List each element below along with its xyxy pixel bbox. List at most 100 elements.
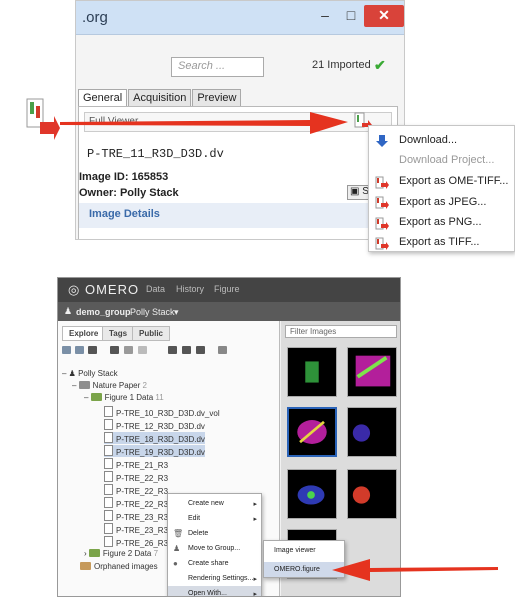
filter-images-input[interactable]: Filter Images <box>285 325 397 338</box>
list-item[interactable]: P-TRE_22_R3 <box>104 497 168 509</box>
folder-icon <box>78 381 90 389</box>
chevron-down-icon[interactable]: ▾ <box>174 307 179 318</box>
maximize-button[interactable]: □ <box>338 5 364 27</box>
thumbnail[interactable] <box>287 469 337 519</box>
image-label: P-TRE_21_R3 <box>116 461 169 470</box>
image-file-icon <box>104 510 113 521</box>
list-item[interactable]: P-TRE_23_R3 <box>104 523 168 535</box>
list-item[interactable]: P-TRE_22_R3 <box>104 484 168 496</box>
menu-item-open-with[interactable]: Open With... <box>188 590 227 596</box>
chevron-right-icon: ▸ <box>253 576 257 583</box>
image-label: P-TRE_12_R3D_D3D.dv <box>116 422 205 431</box>
menu-item-download[interactable]: Download... <box>399 134 457 146</box>
search-input[interactable]: Search ... <box>171 57 264 77</box>
list-item[interactable]: P-TRE_12_R3D_D3D.dv <box>104 419 205 431</box>
menu-item-export-png[interactable]: Export as PNG... <box>399 216 482 228</box>
list-item[interactable]: P-TRE_19_R3D_D3D.dv <box>104 445 205 457</box>
menu-item-create-share[interactable]: Create share <box>188 560 228 567</box>
user-icon: ♟ <box>173 544 181 553</box>
new-folder-icon[interactable] <box>88 346 97 354</box>
image-label: P-TRE_10_R3D_D3D.dv_vol <box>116 409 220 418</box>
image-file-icon <box>104 484 113 495</box>
tree-dataset-2[interactable]: › Figure 2 Data 7 <box>84 549 158 558</box>
group-bar: ♟ demo_group Polly Stack ▾ <box>58 302 400 321</box>
list-item[interactable]: P-TRE_26_R3 <box>104 536 168 548</box>
menu-item-rendering-settings[interactable]: Rendering Settings... <box>188 575 253 582</box>
tab-preview[interactable]: Preview <box>192 89 242 106</box>
chevron-right-icon: ▸ <box>253 516 257 523</box>
thumbnail[interactable] <box>347 347 397 397</box>
menu-item-delete[interactable]: Delete <box>188 530 208 537</box>
image-label: P-TRE_26_R3 <box>116 539 169 548</box>
export-icon <box>375 237 389 250</box>
image-file-icon <box>104 419 113 430</box>
tab-acquisition[interactable]: Acquisition <box>128 89 192 106</box>
image-file-icon <box>104 471 113 482</box>
tab-general[interactable]: General <box>78 89 128 106</box>
menu-item-omero-figure[interactable]: OMERO.figure <box>274 566 320 573</box>
omero-web-window: ◎ OMERO Data History Figure ♟ demo_group… <box>57 277 401 597</box>
menu-item-export-tiff[interactable]: Export as TIFF... <box>399 236 480 248</box>
refresh-icon[interactable] <box>218 346 227 354</box>
imported-count: 21 Imported <box>312 59 371 71</box>
delete-icon[interactable] <box>182 346 191 354</box>
image-name: P-TRE_11_R3D_D3D.dv <box>87 147 224 161</box>
list-item[interactable]: P-TRE_23_R3 <box>104 510 168 522</box>
menu-item-image-viewer[interactable]: Image viewer <box>274 547 316 554</box>
menu-item-create-new[interactable]: Create new <box>188 500 224 507</box>
chevron-right-icon: ▸ <box>253 591 257 597</box>
list-item[interactable]: P-TRE_22_R3 <box>104 471 168 483</box>
user-name[interactable]: Polly Stack <box>130 307 175 317</box>
image-label: P-TRE_22_R3 <box>116 500 169 509</box>
orphaned-label: Orphaned images <box>94 562 158 571</box>
nav-history[interactable]: History <box>176 284 204 294</box>
folder-icon <box>90 393 102 401</box>
menu-item-move-to-group[interactable]: Move to Group... <box>188 545 240 552</box>
list-item[interactable]: P-TRE_18_R3D_D3D.dv <box>104 432 205 444</box>
thumbnail[interactable] <box>347 469 397 519</box>
list-item[interactable]: P-TRE_21_R3 <box>104 458 168 470</box>
export-menu: Download... Download Project... Export a… <box>368 125 515 252</box>
folder-icon <box>80 562 91 570</box>
new-project-icon[interactable] <box>62 346 71 354</box>
nav-data[interactable]: Data <box>146 284 165 294</box>
tree-user[interactable]: – ♟ Polly Stack <box>62 369 118 378</box>
project-label: Nature Paper <box>92 381 141 390</box>
delete-all-icon[interactable] <box>196 346 205 354</box>
tab-public[interactable]: Public <box>132 326 171 341</box>
export-icon <box>375 176 389 189</box>
tab-explore[interactable]: Explore <box>62 326 106 341</box>
cut-icon[interactable] <box>124 346 133 354</box>
image-details-header[interactable]: Image Details <box>79 203 397 228</box>
minimize-button[interactable]: – <box>312 5 338 27</box>
dataset-label: Figure 1 Data <box>104 393 154 402</box>
tab-tags[interactable]: Tags <box>102 326 135 341</box>
thumbnail-selected[interactable] <box>287 407 337 457</box>
group-name[interactable]: demo_group <box>76 307 131 317</box>
tree-project[interactable]: – Nature Paper 2 <box>72 381 147 390</box>
thumbnail[interactable] <box>347 407 397 457</box>
menu-item-export-jpeg[interactable]: Export as JPEG... <box>399 196 486 208</box>
close-button[interactable]: ✕ <box>364 5 404 27</box>
paste-icon[interactable] <box>138 346 147 354</box>
thumbnail[interactable] <box>287 347 337 397</box>
image-file-icon <box>104 497 113 508</box>
image-owner: Owner: Polly Stack <box>79 187 179 199</box>
dataset-2-label: Figure 2 Data <box>102 549 152 558</box>
user-icon: ♟ <box>64 306 73 316</box>
copy-icon[interactable] <box>110 346 119 354</box>
tree-orphaned[interactable]: Orphaned images <box>80 562 158 571</box>
image-label: P-TRE_18_R3D_D3D.dv <box>116 435 205 444</box>
image-label: P-TRE_22_R3 <box>116 474 169 483</box>
nav-figure[interactable]: Figure <box>214 284 240 294</box>
new-dataset-icon[interactable] <box>75 346 84 354</box>
tree-dataset[interactable]: – Figure 1 Data 11 <box>84 393 164 402</box>
image-file-icon <box>104 523 113 534</box>
folder-icon <box>88 549 100 557</box>
remove-icon[interactable] <box>168 346 177 354</box>
arrow-annotation <box>332 559 498 581</box>
arrow-annotation <box>60 112 348 134</box>
menu-item-export-ome-tiff[interactable]: Export as OME-TIFF... <box>399 175 508 187</box>
list-item[interactable]: P-TRE_10_R3D_D3D.dv_vol <box>104 406 220 418</box>
menu-item-edit[interactable]: Edit <box>188 515 200 522</box>
